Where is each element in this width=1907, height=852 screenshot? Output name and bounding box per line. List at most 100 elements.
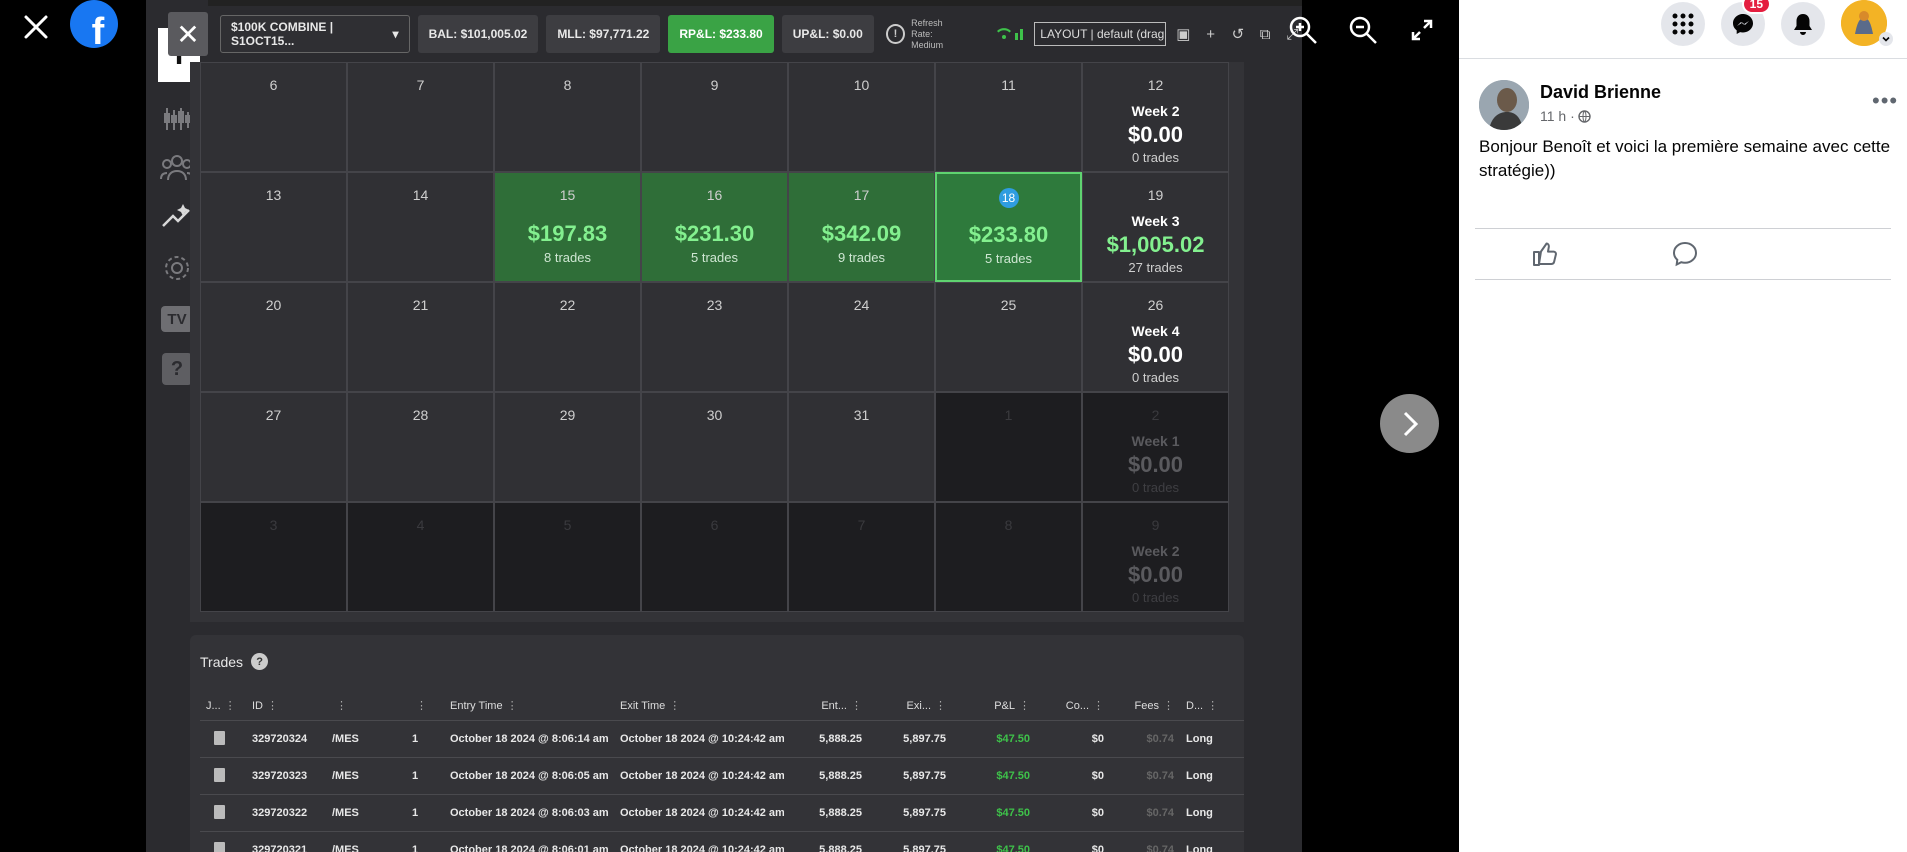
column-header[interactable]: ⋮ <box>406 699 444 712</box>
zoom-out-button[interactable] <box>1343 10 1383 50</box>
document-icon[interactable] <box>214 841 225 852</box>
column-menu-icon[interactable]: ⋮ <box>225 700 236 712</box>
column-header[interactable]: ⋮ <box>326 699 406 712</box>
table-row[interactable]: 329720322/MES 1 October 18 2024 @ 8:06:03 … <box>200 795 1244 832</box>
table-cell: October 18 2024 @ 8:06:03 am <box>450 807 609 819</box>
column-menu-icon[interactable]: ⋮ <box>1019 700 1030 712</box>
calendar-day-cell[interactable]: 9 <box>641 62 788 172</box>
column-menu-icon[interactable]: ⋮ <box>935 700 946 712</box>
document-icon[interactable] <box>214 730 225 745</box>
refresh-rate[interactable]: ! Refresh Rate: Medium <box>885 18 965 51</box>
next-photo-button[interactable] <box>1380 394 1439 453</box>
column-header[interactable]: D... ⋮ <box>1180 699 1240 712</box>
post-time[interactable]: 11 h · <box>1540 108 1575 124</box>
column-header[interactable]: Entry Time ⋮ <box>444 699 614 712</box>
column-menu-icon[interactable]: ⋮ <box>669 700 680 712</box>
table-row[interactable]: 329720324/MES 1 October 18 2024 @ 8:06:14 … <box>200 721 1244 758</box>
calendar-day-cell[interactable]: 24 <box>788 282 935 392</box>
calendar-day-cell[interactable]: 30 <box>641 392 788 502</box>
column-header[interactable]: J... ⋮ <box>200 699 246 712</box>
calendar-day-cell[interactable]: 23 <box>641 282 788 392</box>
table-row[interactable]: 329720323/MES 1 October 18 2024 @ 8:06:05 … <box>200 758 1244 795</box>
like-button[interactable] <box>1531 240 1559 268</box>
calendar-day-cell[interactable]: 31 <box>788 392 935 502</box>
add-icon[interactable]: + <box>1201 26 1220 43</box>
calendar-day-cell[interactable]: 18 $233.80 5 trades <box>935 172 1082 282</box>
calendar-day-cell[interactable]: 15 $197.83 8 trades <box>494 172 641 282</box>
calendar-day-cell[interactable]: 16 $231.30 5 trades <box>641 172 788 282</box>
calendar-day-cell[interactable]: 6 <box>641 502 788 612</box>
save-layout-icon[interactable]: ▣ <box>1174 25 1193 43</box>
calendar-day-cell[interactable]: 29 <box>494 392 641 502</box>
help-icon[interactable]: ? <box>251 653 269 670</box>
calendar-day-cell[interactable]: 8 <box>935 502 1082 612</box>
calendar-day-cell[interactable]: 6 <box>200 62 347 172</box>
messenger-button[interactable]: 15 <box>1721 0 1771 46</box>
windows-icon[interactable]: ⧉ <box>1256 26 1275 43</box>
layout-select[interactable]: LAYOUT | default (drag <box>1034 22 1166 46</box>
column-menu-icon[interactable]: ⋮ <box>1093 700 1104 712</box>
calendar-day-cell[interactable]: 5 <box>494 502 641 612</box>
calendar-day-cell[interactable]: 8 <box>494 62 641 172</box>
calendar-day-cell[interactable]: 13 <box>200 172 347 282</box>
calendar-day-cell[interactable]: 22 <box>494 282 641 392</box>
week-summary-cell[interactable]: 2 Week 1 $0.00 0 trades <box>1082 392 1229 502</box>
calendar-day-cell[interactable]: 17 $342.09 9 trades <box>788 172 935 282</box>
week-summary-cell[interactable]: 19 Week 3 $1,005.02 27 trades <box>1082 172 1229 282</box>
column-header[interactable]: P&L ⋮ <box>952 699 1036 712</box>
calendar-day-cell[interactable]: 11 <box>935 62 1082 172</box>
column-menu-icon[interactable]: ⋮ <box>267 700 278 712</box>
author-name[interactable]: David Brienne <box>1540 82 1661 103</box>
column-menu-icon[interactable]: ⋮ <box>1163 700 1174 712</box>
table-cell: 5,897.75 <box>903 770 946 782</box>
notifications-button[interactable] <box>1781 2 1825 46</box>
column-header[interactable]: Ent... ⋮ <box>784 699 868 712</box>
calendar-day-cell[interactable]: 7 <box>347 62 494 172</box>
calendar-day-cell[interactable]: 7 <box>788 502 935 612</box>
column-header[interactable]: Exi... ⋮ <box>868 699 952 712</box>
comment-button[interactable] <box>1671 240 1699 268</box>
calendar-day-cell[interactable]: 1 <box>935 392 1082 502</box>
calendar-day-cell[interactable]: 28 <box>347 392 494 502</box>
column-header[interactable]: Co... ⋮ <box>1036 699 1110 712</box>
calendar-day-cell[interactable]: 27 <box>200 392 347 502</box>
gear-icon[interactable] <box>160 251 194 285</box>
menu-grid-button[interactable] <box>1661 2 1705 46</box>
app-close-button[interactable]: ✕ <box>168 12 208 56</box>
table-row[interactable]: 329720321/MES 1 October 18 2024 @ 8:06:01 … <box>200 832 1244 852</box>
tv-icon[interactable]: TV <box>160 302 194 336</box>
week-summary-cell[interactable]: 9 Week 2 $0.00 0 trades <box>1082 502 1229 612</box>
account-select[interactable]: $100K COMBINE | S1OCT15... ▾ <box>220 15 410 53</box>
document-icon[interactable] <box>214 804 225 819</box>
candlestick-chart-icon[interactable] <box>160 102 194 136</box>
fullscreen-button[interactable] <box>1402 10 1442 50</box>
document-icon[interactable] <box>214 767 225 782</box>
author-avatar[interactable] <box>1479 80 1529 130</box>
column-menu-icon[interactable]: ⋮ <box>416 700 427 712</box>
analytics-sparkle-icon[interactable] <box>160 199 194 233</box>
week-summary-cell[interactable]: 12 Week 2 $0.00 0 trades <box>1082 62 1229 172</box>
calendar-day-cell[interactable]: 20 <box>200 282 347 392</box>
help-icon[interactable]: ? <box>160 352 194 386</box>
calendar-day-cell[interactable]: 10 <box>788 62 935 172</box>
week-summary-cell[interactable]: 26 Week 4 $0.00 0 trades <box>1082 282 1229 392</box>
column-menu-icon[interactable]: ⋮ <box>507 700 518 712</box>
calendar-day-cell[interactable]: 14 <box>347 172 494 282</box>
calendar-day-cell[interactable]: 21 <box>347 282 494 392</box>
column-header[interactable]: Fees ⋮ <box>1110 699 1180 712</box>
more-options-button[interactable]: ••• <box>1872 88 1898 114</box>
facebook-logo[interactable]: f <box>70 0 118 48</box>
column-menu-icon[interactable]: ⋮ <box>851 700 862 712</box>
zoom-in-button[interactable] <box>1283 10 1323 50</box>
column-menu-icon[interactable]: ⋮ <box>1207 700 1218 712</box>
column-header[interactable]: Exit Time ⋮ <box>614 699 784 712</box>
users-group-icon[interactable] <box>160 150 194 184</box>
column-header[interactable]: ID ⋮ <box>246 699 326 712</box>
calendar-day-cell[interactable]: 4 <box>347 502 494 612</box>
column-menu-icon[interactable]: ⋮ <box>336 700 347 712</box>
account-chevron-icon[interactable] <box>1879 32 1893 46</box>
calendar-day-cell[interactable]: 25 <box>935 282 1082 392</box>
close-lightbox-button[interactable] <box>16 7 56 47</box>
undo-icon[interactable]: ↺ <box>1228 25 1247 43</box>
calendar-day-cell[interactable]: 3 <box>200 502 347 612</box>
